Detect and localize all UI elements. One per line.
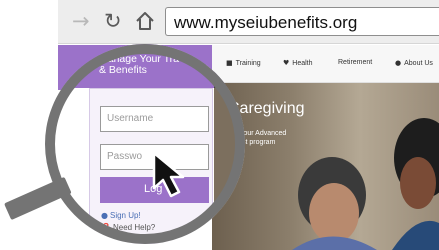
heart-icon: ♥ [283, 59, 290, 67]
magnifying-glass-icon [45, 44, 245, 244]
nav-item-health[interactable]: ♥ Health [283, 59, 313, 67]
browser-toolbar: → ↻ www.myseiubenefits.org [58, 0, 439, 44]
nav-item-label: Retirement [338, 59, 373, 66]
nav-item-about[interactable]: ● About Us [395, 59, 433, 67]
hero-banner: Caregiving fy for our Advanced ecialist … [212, 83, 439, 250]
info-icon: ● [395, 59, 402, 67]
address-bar[interactable]: www.myseiubenefits.org [165, 7, 439, 36]
nav-item-label: About Us [404, 60, 433, 67]
address-bar-url: www.myseiubenefits.org [174, 13, 358, 32]
mouse-pointer-icon [152, 151, 185, 198]
reload-icon[interactable]: ↻ [104, 10, 122, 32]
nav-item-label: Health [292, 60, 313, 67]
header-gap [206, 44, 214, 68]
home-icon[interactable] [135, 10, 155, 32]
nav-item-retirement[interactable]: Retirement [338, 59, 372, 66]
back-arrow-icon[interactable]: → [72, 10, 90, 32]
